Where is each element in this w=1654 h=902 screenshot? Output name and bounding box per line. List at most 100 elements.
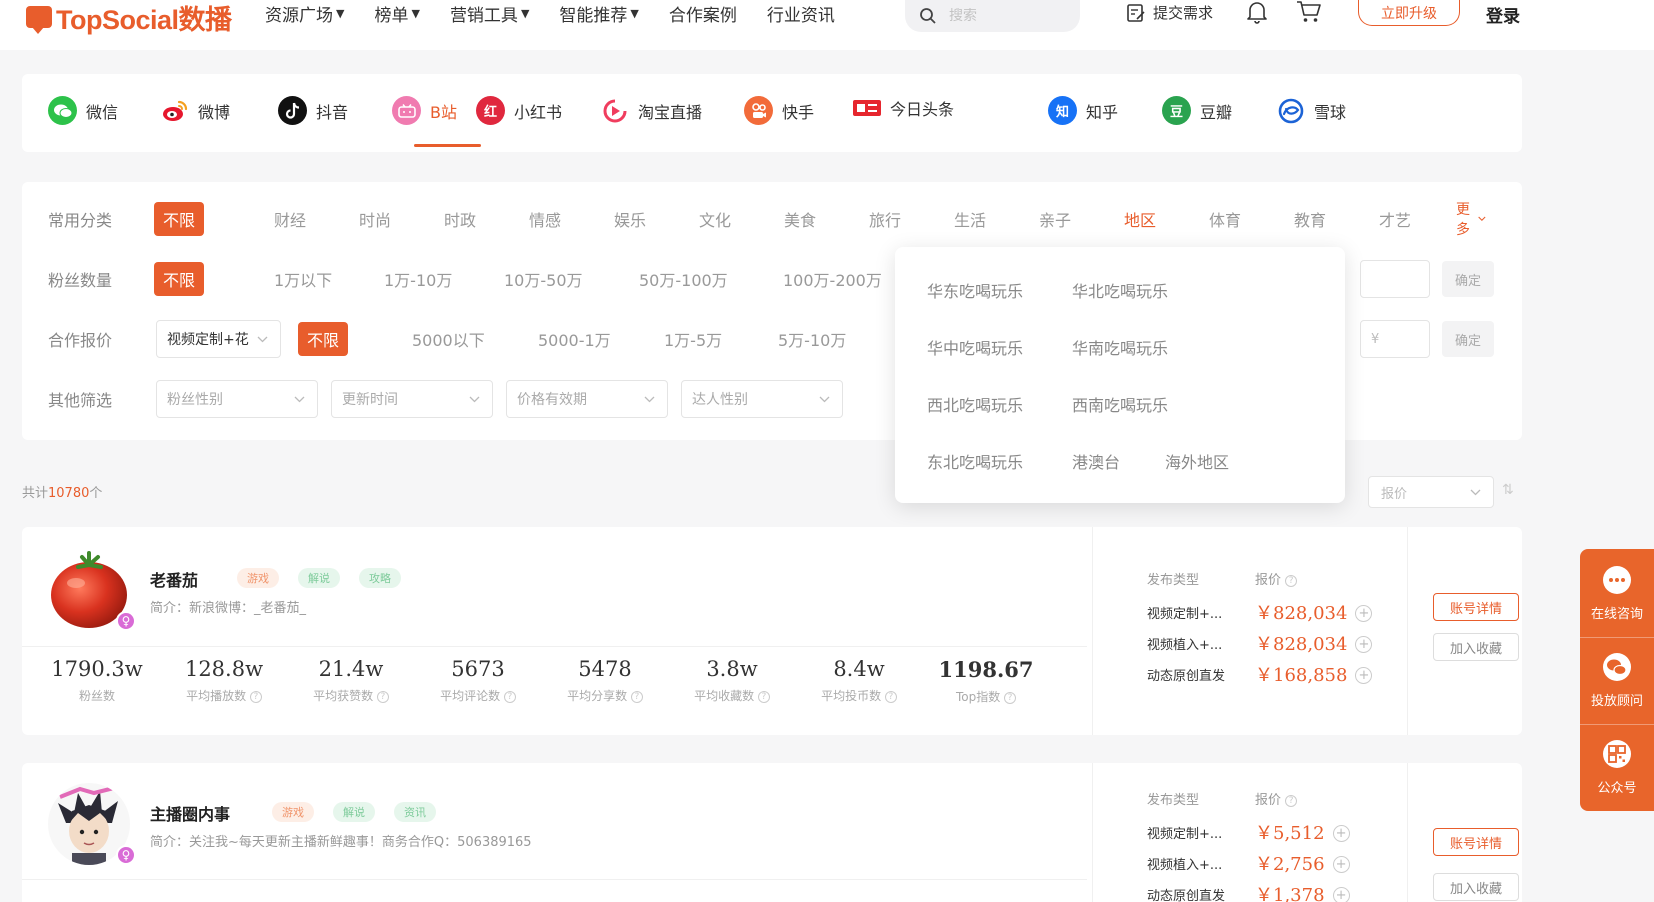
filter-option[interactable]: 娱乐	[614, 207, 646, 231]
nav-smart-recommend[interactable]: 智能推荐 ▼	[559, 1, 638, 26]
filter-option[interactable]: 1万-10万	[384, 267, 452, 291]
filter-option[interactable]: 不限	[298, 322, 349, 356]
help-icon[interactable]: ?	[757, 691, 770, 703]
filter-option[interactable]: 文化	[699, 207, 731, 231]
region-option[interactable]: 西南吃喝玩乐	[1072, 392, 1168, 416]
help-icon[interactable]: ?	[503, 691, 516, 703]
tab-xueqiu[interactable]: 雪球	[1276, 96, 1346, 125]
official-account-button[interactable]: 公众号	[1580, 725, 1654, 809]
search-icon[interactable]	[919, 7, 937, 25]
nav-cases[interactable]: 合作案例	[669, 1, 737, 26]
filter-option[interactable]: 生活	[954, 207, 986, 231]
region-option[interactable]: 华北吃喝玩乐	[1072, 278, 1168, 302]
logo[interactable]: TopSocial数播	[26, 0, 232, 35]
filter-option[interactable]: 情感	[529, 207, 561, 231]
filter-option[interactable]: 时尚	[359, 207, 391, 231]
filter-option[interactable]: 亲子	[1039, 207, 1071, 231]
tab-taobao-live[interactable]: 淘宝直播	[600, 96, 702, 125]
filter-option[interactable]: 1万以下	[274, 267, 332, 291]
add-to-cart-icon[interactable]: +	[1355, 605, 1373, 622]
fans-gender-select[interactable]: 粉丝性别	[156, 380, 318, 418]
search-box	[905, 0, 1080, 32]
fans-range-input[interactable]	[1360, 260, 1430, 298]
tab-wechat[interactable]: 微信	[48, 96, 118, 125]
region-option[interactable]: 港澳台	[1072, 449, 1120, 473]
filter-option[interactable]: 10万-50万	[504, 267, 583, 291]
tab-weibo[interactable]: 微博	[160, 96, 230, 125]
region-option[interactable]: 海外地区	[1165, 449, 1229, 473]
top-navbar: TopSocial数播 资源广场 ▼ 榜单 ▼ 营销工具 ▼ 智能推荐 ▼ 合作案例 行…	[0, 0, 1654, 50]
nav-resource-square[interactable]: 资源广场 ▼	[265, 1, 344, 26]
filter-label: 合作报价	[48, 331, 113, 350]
influencer-name[interactable]: 老番茄	[150, 567, 198, 591]
region-option[interactable]: 华东吃喝玩乐	[927, 278, 1023, 302]
submit-need-link[interactable]: 提交需求	[1126, 2, 1213, 23]
filter-option[interactable]: 体育	[1209, 207, 1241, 231]
tab-bilibili[interactable]: B站	[392, 96, 457, 125]
tab-kuaishou[interactable]: 快手	[744, 96, 814, 125]
filter-option[interactable]: 财经	[274, 207, 306, 231]
ad-advisor-button[interactable]: 投放顾问	[1580, 638, 1654, 722]
price-range-input[interactable]: ¥	[1360, 320, 1430, 358]
filter-option[interactable]: 美食	[784, 207, 816, 231]
add-to-cart-icon[interactable]: +	[1355, 636, 1373, 653]
region-option[interactable]: 西北吃喝玩乐	[927, 392, 1023, 416]
caret-down-icon: ▼	[520, 6, 530, 20]
price-validity-select[interactable]: 价格有效期	[506, 380, 668, 418]
nav-marketing-tools[interactable]: 营销工具 ▼	[450, 1, 529, 26]
filter-option[interactable]: 5万-10万	[778, 327, 846, 351]
login-link[interactable]: 登录	[1486, 2, 1520, 27]
region-option[interactable]: 东北吃喝玩乐	[927, 449, 1023, 473]
add-to-cart-icon[interactable]: +	[1355, 667, 1373, 684]
filter-option[interactable]: 5000-1万	[538, 327, 611, 351]
tab-toutiao[interactable]: 今日头条	[852, 96, 954, 120]
add-to-cart-icon[interactable]: +	[1332, 825, 1350, 842]
help-icon[interactable]: ?	[376, 691, 389, 703]
nav-ranking[interactable]: 榜单 ▼	[374, 1, 419, 26]
online-consult-button[interactable]: 在线咨询	[1580, 551, 1654, 635]
account-detail-button[interactable]: 账号详情	[1433, 593, 1519, 621]
more-categories-button[interactable]: 更多	[1456, 199, 1486, 239]
tab-douyin[interactable]: 抖音	[278, 96, 348, 125]
nav-industry-news[interactable]: 行业资讯	[767, 1, 835, 26]
filter-option[interactable]: 5000以下	[412, 327, 485, 351]
bell-icon[interactable]	[1246, 0, 1268, 24]
filter-option-region[interactable]: 地区	[1124, 207, 1156, 231]
filter-option[interactable]: 100万-200万	[783, 267, 882, 291]
sort-select[interactable]: 报价	[1368, 476, 1494, 508]
filter-option[interactable]: 时政	[444, 207, 476, 231]
filter-option[interactable]: 不限	[154, 262, 205, 296]
influencer-name[interactable]: 主播圈内事	[150, 801, 230, 825]
add-to-cart-icon[interactable]: +	[1332, 856, 1350, 873]
filter-option[interactable]: 50万-100万	[639, 267, 728, 291]
tab-xiaohongshu[interactable]: 红 小红书	[476, 96, 562, 125]
tab-zhihu[interactable]: 知 知乎	[1048, 96, 1118, 125]
add-favorite-button[interactable]: 加入收藏	[1433, 873, 1519, 901]
filter-option[interactable]: 不限	[154, 202, 205, 236]
help-icon[interactable]: ?	[1004, 692, 1017, 704]
help-icon[interactable]: ?	[1285, 795, 1298, 807]
filter-option[interactable]: 1万-5万	[664, 327, 722, 351]
help-icon[interactable]: ?	[1285, 575, 1298, 587]
region-option[interactable]: 华南吃喝玩乐	[1072, 335, 1168, 359]
region-option[interactable]: 华中吃喝玩乐	[927, 335, 1023, 359]
price-confirm-button[interactable]: 确定	[1442, 321, 1494, 357]
cart-icon[interactable]	[1296, 0, 1322, 24]
sort-order-icon[interactable]: ⇅	[1502, 482, 1514, 498]
price-type-select[interactable]: 视频定制+花	[156, 320, 281, 358]
update-time-select[interactable]: 更新时间	[331, 380, 493, 418]
upgrade-button[interactable]: 立即升级	[1358, 0, 1460, 26]
account-detail-button[interactable]: 账号详情	[1433, 828, 1519, 856]
add-to-cart-icon[interactable]: +	[1332, 887, 1350, 902]
help-icon[interactable]: ?	[884, 691, 897, 703]
add-favorite-button[interactable]: 加入收藏	[1433, 633, 1519, 661]
help-icon[interactable]: ?	[630, 691, 643, 703]
search-input[interactable]	[949, 8, 1059, 24]
tab-douban[interactable]: 豆 豆瓣	[1162, 96, 1232, 125]
filter-option[interactable]: 才艺	[1379, 207, 1411, 231]
fans-confirm-button[interactable]: 确定	[1442, 261, 1494, 297]
filter-option[interactable]: 旅行	[869, 207, 901, 231]
filter-option[interactable]: 教育	[1294, 207, 1326, 231]
help-icon[interactable]: ?	[249, 691, 262, 703]
influencer-gender-select[interactable]: 达人性别	[681, 380, 843, 418]
